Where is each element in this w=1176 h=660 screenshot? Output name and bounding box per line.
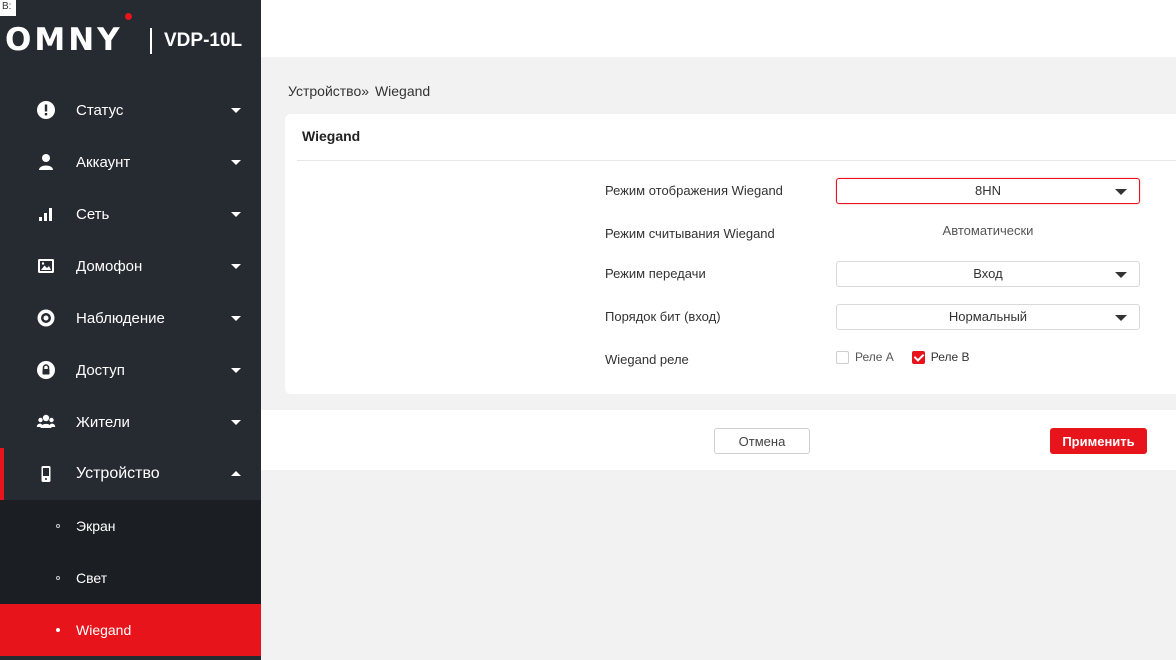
- brand-logo: OMNY: [5, 22, 123, 58]
- chevron-down-icon: [231, 264, 241, 269]
- transfer-mode-value: Вход: [973, 266, 1003, 281]
- sidebar-item-status[interactable]: Статус: [0, 84, 261, 136]
- sidebar-subitem-label: Свет: [76, 570, 108, 586]
- breadcrumb-current: Wiegand: [374, 83, 431, 99]
- status-icon: [36, 100, 56, 120]
- sidebar-item-label: Домофон: [76, 257, 143, 275]
- read-mode-label: Режим считывания Wiegand: [605, 226, 775, 241]
- sidebar-subitem-screen[interactable]: Экран: [0, 500, 261, 552]
- transfer-mode-select[interactable]: Вход: [836, 261, 1140, 287]
- bit-order-value: Нормальный: [948, 309, 1028, 324]
- wiegand-settings-card: Wiegand Режим отображения Wiegand 8HN Ре…: [285, 114, 1176, 394]
- card-title: Wiegand: [302, 128, 361, 144]
- breadcrumb-separator: »: [361, 83, 370, 99]
- sidebar-subitem-label: Wiegand: [76, 622, 132, 638]
- sidebar-item-label: Доступ: [76, 361, 125, 379]
- bullet-icon: [56, 524, 60, 528]
- sidebar-item-label: Сеть: [76, 205, 110, 223]
- bullet-icon: [56, 576, 60, 580]
- transfer-mode-label: Режим передачи: [605, 266, 706, 281]
- corner-label: B:: [0, 0, 16, 16]
- sidebar: B: OMNY VDP-10L Статус Аккаунт Сеть Домо…: [0, 0, 261, 660]
- account-icon: [36, 152, 56, 172]
- chevron-down-icon: [231, 108, 241, 113]
- read-mode-value: Автоматически: [942, 223, 1034, 238]
- display-mode-select[interactable]: 8HN: [836, 178, 1140, 204]
- bit-order-label: Порядок бит (вход): [605, 309, 721, 324]
- sidebar-item-surveillance[interactable]: Наблюдение: [0, 292, 261, 344]
- chevron-down-icon: [231, 368, 241, 373]
- card-divider: [297, 160, 1176, 161]
- access-icon: [36, 360, 56, 380]
- chevron-down-icon: [231, 316, 241, 321]
- action-footer: Отмена Применить: [261, 410, 1176, 470]
- chevron-down-icon: [1115, 315, 1127, 321]
- relay-a-checkbox[interactable]: [836, 350, 849, 364]
- intercom-icon: [36, 256, 56, 276]
- chevron-down-icon: [1115, 272, 1127, 278]
- display-mode-value: 8HN: [974, 183, 1001, 198]
- bit-order-select[interactable]: Нормальный: [836, 304, 1140, 330]
- chevron-down-icon: [231, 420, 241, 425]
- relay-label: Wiegand реле: [605, 352, 689, 367]
- display-mode-label: Режим отображения Wiegand: [605, 183, 783, 198]
- chevron-up-icon: [231, 471, 241, 476]
- sidebar-subitem-light[interactable]: Свет: [0, 552, 261, 604]
- surveillance-icon: [36, 308, 56, 328]
- relay-a-label[interactable]: Реле А: [855, 350, 894, 364]
- device-model: VDP-10L: [164, 30, 243, 51]
- breadcrumb: Устройство» Wiegand: [288, 83, 430, 99]
- device-icon: [36, 464, 56, 484]
- sidebar-item-label: Наблюдение: [76, 309, 165, 327]
- relay-options: Реле А Реле В: [836, 350, 988, 364]
- breadcrumb-parent[interactable]: Устройство: [288, 83, 361, 99]
- sidebar-item-network[interactable]: Сеть: [0, 188, 261, 240]
- sidebar-item-label: Статус: [76, 101, 124, 119]
- sidebar-item-label: Устройство: [76, 465, 160, 482]
- sidebar-item-device[interactable]: Устройство: [0, 448, 261, 500]
- relay-b-label[interactable]: Реле В: [931, 350, 970, 364]
- sidebar-item-label: Аккаунт: [76, 153, 131, 171]
- chevron-down-icon: [231, 212, 241, 217]
- sidebar-item-label: Жители: [76, 413, 130, 431]
- residents-icon: [36, 412, 56, 432]
- device-submenu: Экран Свет Wiegand: [0, 500, 261, 656]
- sidebar-item-residents[interactable]: Жители: [0, 396, 261, 448]
- sidebar-nav: Статус Аккаунт Сеть Домофон Наблюдение Д…: [0, 84, 261, 656]
- sidebar-item-access[interactable]: Доступ: [0, 344, 261, 396]
- bullet-icon: [56, 628, 60, 632]
- sidebar-subitem-wiegand[interactable]: Wiegand: [0, 604, 261, 656]
- cancel-button[interactable]: Отмена: [714, 428, 810, 454]
- sidebar-item-intercom[interactable]: Домофон: [0, 240, 261, 292]
- apply-button[interactable]: Применить: [1050, 428, 1147, 454]
- logo-dot: [125, 13, 132, 20]
- chevron-down-icon: [1115, 189, 1127, 195]
- sidebar-item-account[interactable]: Аккаунт: [0, 136, 261, 188]
- chevron-down-icon: [231, 160, 241, 165]
- network-icon: [36, 204, 56, 224]
- relay-b-checkbox[interactable]: [911, 350, 925, 364]
- sidebar-subitem-label: Экран: [76, 518, 116, 534]
- top-bar: [261, 0, 1176, 57]
- logo-divider: [150, 28, 152, 54]
